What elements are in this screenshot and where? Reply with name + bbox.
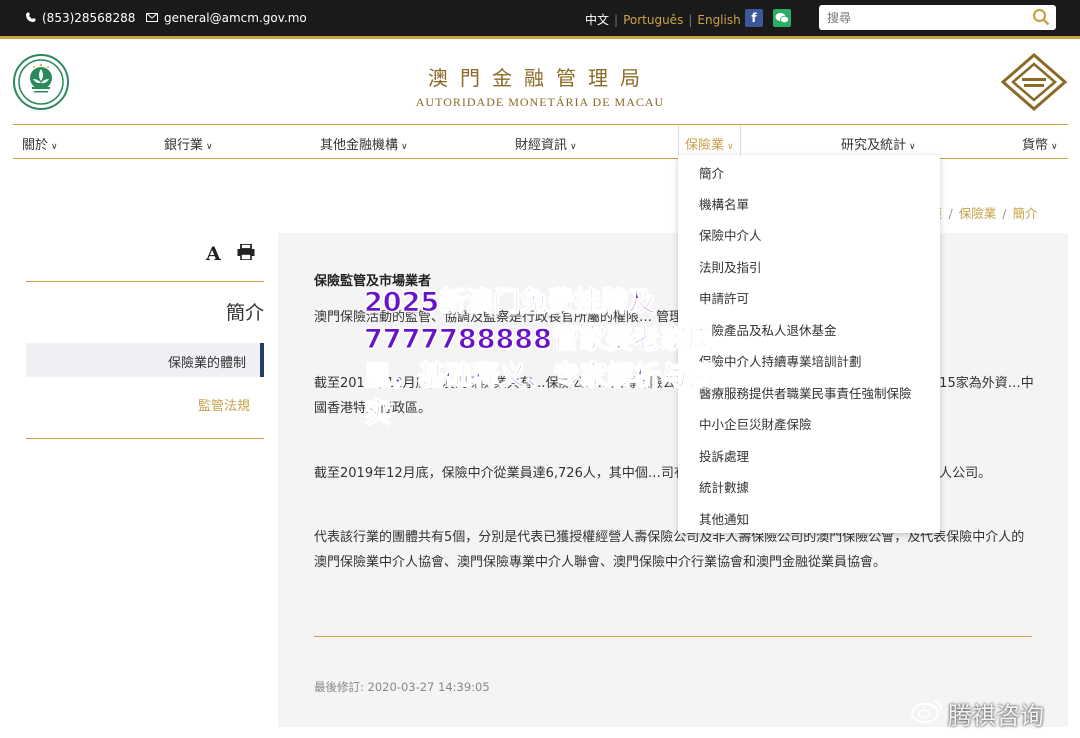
nav-label: 貨幣	[1022, 138, 1049, 153]
menu-item-medical-liability[interactable]: 醫療服務提供者職業民事責任強制保險	[699, 383, 912, 402]
breadcrumb-current: 簡介	[1012, 206, 1038, 221]
site-title[interactable]: 澳門金融管理局 AUTORIDADE MONETÁRIA DE MACAU	[380, 62, 700, 110]
menu-item-intro[interactable]: 簡介	[699, 163, 724, 182]
sidebar-item-regulations[interactable]: 監管法規	[26, 395, 250, 414]
site-header: 澳門金融管理局 AUTORIDADE MONETÁRIA DE MACAU	[0, 40, 1080, 124]
chevron-down-icon: ∨	[206, 142, 213, 152]
nav-label: 保險業	[685, 138, 725, 153]
top-bar: (853)28568288 general@amcm.gov.mo 中文 | P…	[0, 0, 1080, 36]
lang-chinese[interactable]: 中文	[580, 11, 614, 28]
nav-research-statistics[interactable]: 研究及統計 ∨	[841, 134, 916, 153]
chevron-down-icon: ∨	[1051, 142, 1058, 152]
gold-divider	[0, 36, 1080, 39]
nav-label: 財經資訊	[515, 138, 568, 153]
macau-emblem-icon[interactable]	[13, 54, 69, 110]
breadcrumb-separator: /	[1002, 206, 1007, 221]
content-divider	[314, 636, 1032, 637]
wechat-icon[interactable]	[773, 9, 791, 27]
menu-item-complaints[interactable]: 投訴處理	[699, 446, 749, 465]
nav-currency[interactable]: 貨幣 ∨	[1022, 134, 1058, 153]
menu-item-institutions[interactable]: 機構名單	[699, 194, 749, 213]
print-icon[interactable]	[237, 243, 255, 264]
nav-insurance[interactable]: 保險業 ∨	[678, 125, 741, 158]
menu-item-notices[interactable]: 其他通知	[699, 509, 749, 528]
search-box	[819, 5, 1056, 30]
search-input[interactable]	[819, 5, 1019, 30]
lang-portuguese[interactable]: Português	[618, 13, 688, 27]
phone-contact[interactable]: (853)28568288	[26, 11, 135, 25]
last-updated: 最後修訂: 2020-03-27 14:39:05	[314, 680, 490, 694]
watermark: 腾祺咨询	[910, 696, 1044, 731]
chevron-down-icon: ∨	[727, 142, 734, 152]
facebook-icon[interactable]: f	[745, 9, 763, 27]
breadcrumb-section[interactable]: 保險業	[959, 206, 997, 221]
overlay-headline: 2025新澳门免费挂牌及7777788888管家婆老家凤凰，基础释义、专家解析与…	[364, 287, 716, 430]
main-nav: 關於 ∨ 銀行業 ∨ 其他金融機構 ∨ 財經資訊 ∨ 保險業 ∨ 研究及統計 ∨ 貨幣 ∨	[13, 124, 1068, 159]
weibo-icon	[910, 698, 944, 730]
nav-other-institutions[interactable]: 其他金融機構 ∨	[320, 134, 408, 153]
chevron-down-icon: ∨	[51, 142, 58, 152]
sidebar-title: 簡介	[225, 302, 264, 324]
email-address: general@amcm.gov.mo	[164, 11, 307, 25]
menu-item-rules[interactable]: 法則及指引	[699, 257, 762, 276]
chevron-down-icon: ∨	[570, 142, 577, 152]
menu-item-intermediaries[interactable]: 保險中介人	[699, 225, 762, 244]
nav-about[interactable]: 關於 ∨	[22, 134, 58, 153]
chevron-down-icon: ∨	[909, 142, 916, 152]
nav-label: 關於	[22, 138, 49, 153]
title-portuguese: AUTORIDADE MONETÁRIA DE MACAU	[415, 95, 665, 109]
language-switcher: 中文 | Português | English	[580, 11, 746, 28]
amcm-logo-icon[interactable]	[1000, 52, 1068, 112]
email-contact[interactable]: general@amcm.gov.mo	[146, 11, 307, 25]
nav-financial-info[interactable]: 財經資訊 ∨	[515, 134, 577, 153]
title-chinese: 澳門金融管理局	[428, 66, 652, 90]
nav-banking[interactable]: 銀行業 ∨	[164, 134, 213, 153]
menu-item-statistics[interactable]: 統計數據	[699, 477, 749, 496]
font-size-icon[interactable]: A	[206, 243, 221, 265]
sidebar-divider	[26, 281, 264, 282]
lang-english[interactable]: English	[692, 13, 745, 27]
sidebar-item-insurance-system[interactable]: 保險業的體制	[26, 343, 264, 377]
chevron-down-icon: ∨	[401, 142, 408, 152]
breadcrumb: 頁/保險業/簡介	[930, 203, 1037, 222]
nav-label: 銀行業	[164, 138, 204, 153]
phone-icon	[26, 11, 36, 25]
breadcrumb-separator: /	[948, 206, 953, 221]
page-tools: A	[206, 243, 255, 265]
watermark-text: 腾祺咨询	[948, 702, 1044, 730]
social-links: f	[745, 9, 791, 27]
sidebar-divider	[26, 438, 264, 439]
mail-icon	[146, 11, 158, 25]
phone-number: (853)28568288	[42, 11, 136, 25]
nav-label: 研究及統計	[841, 138, 907, 153]
search-icon[interactable]	[1032, 8, 1050, 26]
nav-label: 其他金融機構	[320, 138, 399, 153]
